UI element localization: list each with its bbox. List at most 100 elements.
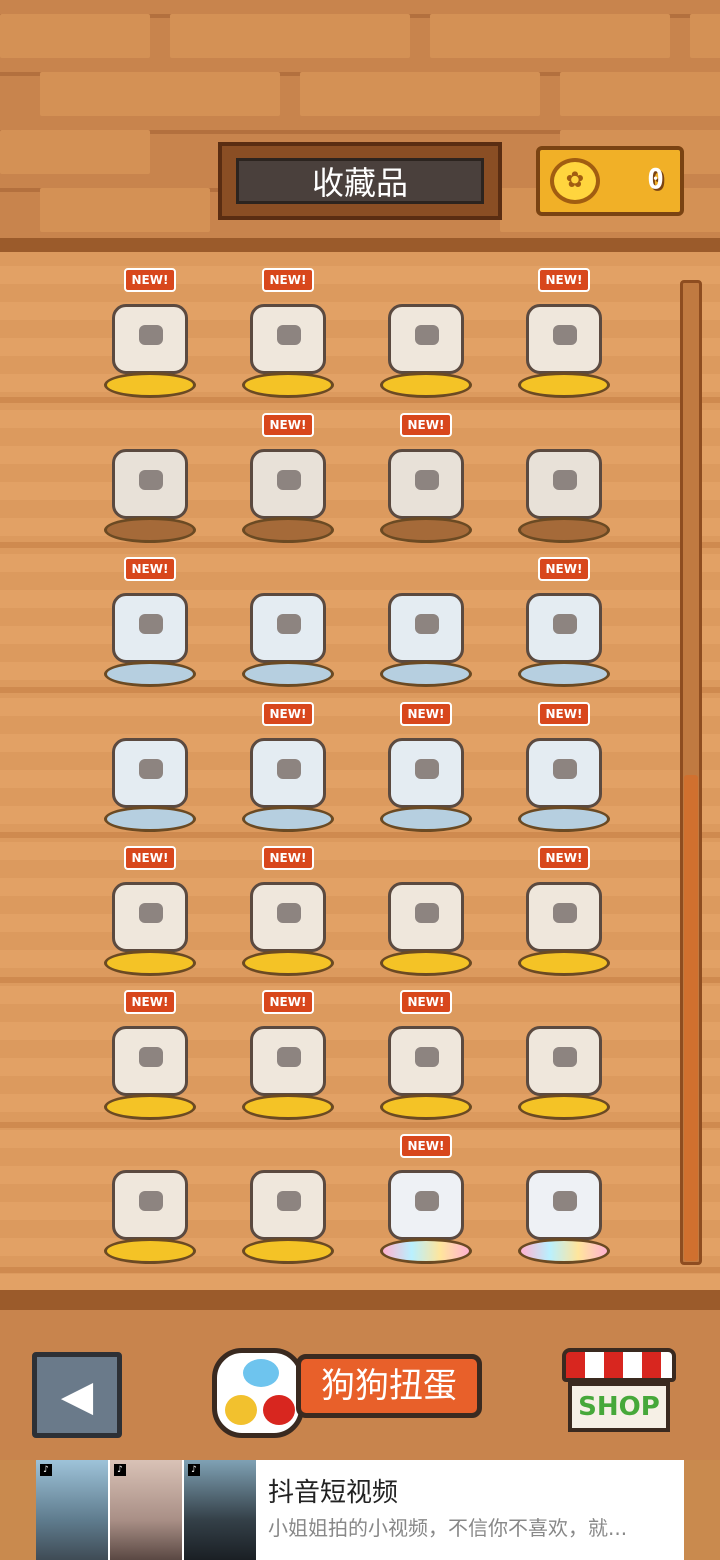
collectible-arched-door[interactable] — [90, 702, 210, 842]
collectible-bone-dog[interactable]: NEW! — [366, 1134, 486, 1274]
ad-banner[interactable]: ♪ ♪ ♪ 抖音短视频 小姐姐拍的小视频，不信你不喜欢，就... — [36, 1460, 684, 1560]
collectible-blue-water-globe[interactable] — [366, 846, 486, 986]
collectible-figure — [250, 449, 326, 519]
collectible-figure — [388, 738, 464, 808]
display-stand — [380, 372, 472, 398]
new-badge: NEW! — [262, 846, 314, 870]
new-badge: NEW! — [124, 557, 176, 581]
collectible-figure — [112, 304, 188, 374]
shop-label: SHOP — [568, 1382, 670, 1432]
collectible-bowl-bed-dog[interactable]: NEW! — [504, 702, 624, 842]
new-badge: NEW! — [538, 846, 590, 870]
collectible-window-dog[interactable]: NEW! — [90, 557, 210, 697]
collectible-figure — [112, 593, 188, 663]
new-badge: NEW! — [538, 702, 590, 726]
tiktok-icon: ♪ — [188, 1464, 200, 1476]
new-badge: NEW! — [538, 268, 590, 292]
collectible-figure — [388, 882, 464, 952]
collectible-gray-dog[interactable] — [90, 413, 210, 553]
display-stand — [518, 661, 610, 687]
display-stand — [380, 517, 472, 543]
collectible-sofa-dogs[interactable] — [366, 557, 486, 697]
display-stand — [380, 1094, 472, 1120]
collectible-armchair-dog[interactable]: NEW! — [228, 702, 348, 842]
title-plate: 收藏品 — [218, 142, 502, 220]
coin-counter: ✿ 0 — [536, 146, 684, 216]
display-stand — [518, 372, 610, 398]
display-stand — [518, 517, 610, 543]
display-stand — [242, 372, 334, 398]
display-stand — [104, 950, 196, 976]
display-stand — [242, 517, 334, 543]
collectible-figure — [112, 449, 188, 519]
display-stand — [104, 806, 196, 832]
collectible-round-window[interactable]: NEW! — [504, 557, 624, 697]
collectible-dogs-with-hat[interactable] — [504, 1134, 624, 1274]
display-stand — [380, 806, 472, 832]
new-badge: NEW! — [538, 557, 590, 581]
collectible-figure — [526, 1026, 602, 1096]
collectible-bathtub-dogs[interactable]: NEW! — [504, 846, 624, 986]
new-badge: NEW! — [124, 990, 176, 1014]
new-badge: NEW! — [262, 413, 314, 437]
display-stand — [242, 661, 334, 687]
collectible-hanging-dog-lamp[interactable]: NEW! — [228, 413, 348, 553]
footer-ledge — [0, 1290, 720, 1310]
new-badge: NEW! — [262, 702, 314, 726]
collectible-plant-table[interactable] — [504, 413, 624, 553]
display-stand — [104, 372, 196, 398]
collectible-figure — [526, 1170, 602, 1240]
tiktok-icon: ♪ — [40, 1464, 52, 1476]
new-badge: NEW! — [262, 268, 314, 292]
collectible-parachute-orange-dog[interactable]: NEW! — [366, 990, 486, 1130]
collectible-ball-pit-dogs[interactable]: NEW! — [504, 268, 624, 408]
dog-gacha-button[interactable]: 狗狗扭蛋 — [212, 1332, 484, 1438]
paw-coin-icon: ✿ — [550, 158, 600, 204]
collectible-figure — [526, 738, 602, 808]
display-stand — [380, 1238, 472, 1264]
collectible-parachute-gray-dog[interactable] — [504, 990, 624, 1130]
collectible-figure — [388, 1026, 464, 1096]
collectible-bed-dog[interactable] — [90, 1134, 210, 1274]
collectible-dog-in-bed[interactable] — [366, 268, 486, 408]
collectible-figure — [526, 304, 602, 374]
new-badge: NEW! — [400, 1134, 452, 1158]
gacha-label: 狗狗扭蛋 — [296, 1354, 482, 1418]
collectible-tv-stand[interactable]: NEW! — [366, 702, 486, 842]
collectible-figure — [112, 1170, 188, 1240]
display-stand — [104, 1238, 196, 1264]
display-stand — [242, 1094, 334, 1120]
header-ledge — [0, 238, 720, 252]
new-badge: NEW! — [400, 990, 452, 1014]
ad-title: 抖音短视频 — [268, 1478, 399, 1508]
collectible-sleeping-dogs[interactable] — [228, 557, 348, 697]
new-badge: NEW! — [124, 846, 176, 870]
tiktok-icon: ♪ — [114, 1464, 126, 1476]
collectible-cabinet[interactable]: NEW! — [366, 413, 486, 553]
display-stand — [380, 950, 472, 976]
scrollbar-thumb[interactable] — [684, 775, 698, 1261]
ad-thumbnail: ♪ — [36, 1460, 108, 1560]
display-stand — [380, 661, 472, 687]
collectible-tea-table-dog[interactable]: NEW! — [90, 268, 210, 408]
display-stand — [242, 1238, 334, 1264]
collectible-hat-dog[interactable]: NEW! — [90, 990, 210, 1130]
collectible-figure — [250, 593, 326, 663]
collectible-red-water-globe[interactable]: NEW! — [228, 268, 348, 408]
collectible-reading-dog[interactable] — [228, 1134, 348, 1274]
collectible-figure — [112, 1026, 188, 1096]
display-stand — [104, 1094, 196, 1120]
new-badge: NEW! — [400, 702, 452, 726]
back-button[interactable]: ◀ — [32, 1352, 122, 1438]
display-stand — [242, 806, 334, 832]
shop-button[interactable]: SHOP — [562, 1348, 676, 1438]
collectible-fireplace[interactable]: NEW! — [90, 846, 210, 986]
display-stand — [518, 806, 610, 832]
collectible-dinner-dogs[interactable]: NEW! — [228, 846, 348, 986]
collectible-figure — [388, 304, 464, 374]
new-badge: NEW! — [262, 990, 314, 1014]
display-stand — [104, 517, 196, 543]
coin-count: 0 — [647, 162, 664, 195]
display-stand — [242, 950, 334, 976]
collectible-moon-dog[interactable]: NEW! — [228, 990, 348, 1130]
